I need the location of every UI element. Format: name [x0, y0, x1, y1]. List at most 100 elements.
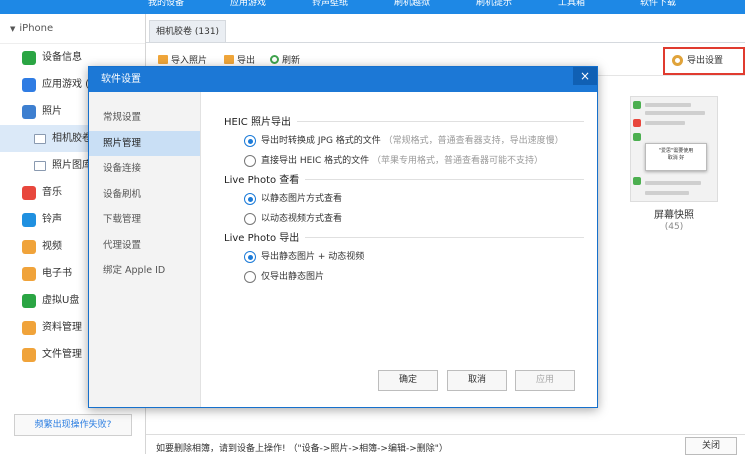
option-label: 导出静态图片 + 动态视频 [261, 252, 365, 262]
option-hint: （苹果专用格式，普通查看器可能不支持） [369, 156, 543, 166]
radio-button[interactable] [244, 135, 256, 147]
section-heading: Live Photo 查看 [224, 171, 584, 189]
thumb-line [645, 111, 705, 115]
tab-tips[interactable]: 刷机提示 [476, 0, 512, 8]
footer-hint: 如要删除相簿，请到设备上操作! （"设备->照片->相簿->编辑->删除"） [156, 444, 448, 454]
radio-option[interactable]: 仅导出静态图片 [224, 267, 584, 287]
option-label: 以静态图片方式查看 [261, 194, 343, 204]
screenshot-album-thumbnail[interactable]: "爱思"需要使用 取消 好 [630, 96, 718, 202]
thumb-app-icon [633, 119, 641, 127]
refresh-icon [270, 55, 279, 64]
radio-option[interactable]: 导出时转换成 JPG 格式的文件 （常规格式，普通查看器支持，导出速度慢） [224, 131, 584, 151]
tab-apps[interactable]: 应用游戏 [230, 0, 266, 8]
folder-icon [22, 348, 36, 362]
section-title: Live Photo 导出 [224, 233, 300, 244]
section-heading: HEIC 照片导出 [224, 113, 584, 131]
contacts-icon [22, 321, 36, 335]
dialog-nav-spacer [89, 92, 200, 105]
option-hint: （常规格式，普通查看器支持，导出速度慢） [380, 136, 564, 146]
thumbnail-count: (45) [664, 222, 684, 232]
dialog-nav-item[interactable]: 代理设置 [89, 233, 200, 259]
dialog-nav-item[interactable]: 照片管理 [89, 130, 200, 156]
section-heading: Live Photo 导出 [224, 229, 584, 247]
sidebar-item-label: 电子书 [42, 268, 72, 279]
sidebar-item-label: 照片 [42, 106, 62, 117]
thumb-line [645, 103, 691, 107]
close-button[interactable]: 关闭 [685, 437, 737, 455]
thumb-line [645, 181, 701, 185]
dialog-nav-item[interactable]: 绑定 Apple ID [89, 258, 200, 284]
dialog-nav-item[interactable]: 下载管理 [89, 207, 200, 233]
bell-icon [22, 213, 36, 227]
radio-option[interactable]: 以静态图片方式查看 [224, 189, 584, 209]
tab-flash[interactable]: 刷机越狱 [394, 0, 430, 8]
dialog-nav: 常规设置 照片管理 设备连接 设备刷机 下载管理 代理设置 绑定 Apple ID [89, 92, 201, 407]
photo-library-icon [34, 161, 46, 171]
usb-icon [22, 294, 36, 308]
cancel-button[interactable]: 取消 [447, 370, 507, 391]
radio-button[interactable] [244, 251, 256, 263]
ok-button[interactable]: 确定 [378, 370, 438, 391]
radio-button[interactable] [244, 193, 256, 205]
sidebar-item-label: 文件管理 [42, 349, 82, 360]
sidebar-item-label: 设备信息 [42, 52, 82, 63]
dialog-title: 软件设置 [89, 67, 597, 92]
option-label: 导出时转换成 JPG 格式的文件 [261, 136, 381, 146]
import-icon [158, 55, 168, 64]
option-label: 以动态视频方式查看 [261, 214, 343, 224]
thumb-app-icon [633, 133, 641, 141]
section-title: HEIC 照片导出 [224, 117, 291, 128]
radio-button[interactable] [244, 213, 256, 225]
thumb-app-icon [633, 177, 641, 185]
section-title: Live Photo 查看 [224, 175, 300, 186]
settings-dialog: 软件设置 × 常规设置 照片管理 设备连接 设备刷机 下载管理 代理设置 绑定 Apple … [88, 66, 598, 408]
refresh-button[interactable]: 刷新 [270, 53, 300, 66]
footer-bar: 如要删除相簿，请到设备上操作! （"设备->照片->相簿->编辑->删除"） 关… [146, 434, 745, 455]
radio-option[interactable]: 以动态视频方式查看 [224, 209, 584, 229]
dialog-close-button[interactable]: × [573, 67, 597, 85]
video-icon [22, 240, 36, 254]
device-name: iPhone [19, 23, 54, 34]
option-label: 直接导出 HEIC 格式的文件 [261, 156, 370, 166]
sidebar-item-label: 资料管理 [42, 322, 82, 333]
import-photos-button[interactable]: 导入照片 [158, 53, 207, 66]
thumb-line [645, 121, 685, 125]
sidebar-item-label: 相机胶卷 [52, 133, 92, 144]
dialog-nav-item[interactable]: 常规设置 [89, 105, 200, 131]
device-selector[interactable]: ▼ iPhone [0, 14, 145, 44]
tab-my-device[interactable]: 我的设备 [148, 0, 184, 8]
section-divider [305, 237, 584, 238]
radio-option[interactable]: 直接导出 HEIC 格式的文件 （苹果专用格式，普通查看器可能不支持） [224, 151, 584, 171]
gear-icon [672, 55, 683, 66]
dialog-nav-item[interactable]: 设备刷机 [89, 182, 200, 208]
book-icon [22, 267, 36, 281]
thumb-app-icon [633, 101, 641, 109]
app-store-icon [22, 78, 36, 92]
dialog-content: HEIC 照片导出导出时转换成 JPG 格式的文件 （常规格式，普通查看器支持，… [224, 113, 584, 287]
music-icon [22, 186, 36, 200]
sidebar-item-label: 照片图库 [52, 160, 92, 171]
thumbnail-label: 屏幕快照 [654, 210, 694, 221]
thumb-line [645, 191, 689, 195]
radio-option[interactable]: 导出静态图片 + 动态视频 [224, 247, 584, 267]
export-settings-button[interactable]: 导出设置 [663, 47, 745, 75]
dialog-nav-item[interactable]: 设备连接 [89, 156, 200, 182]
camera-roll-icon [34, 134, 46, 144]
export-button[interactable]: 导出 [224, 53, 255, 66]
radio-button[interactable] [244, 271, 256, 283]
tab-toolbox[interactable]: 工具箱 [558, 0, 585, 8]
photo-icon [22, 105, 36, 119]
tab-ringtones[interactable]: 铃声壁纸 [312, 0, 348, 8]
tab-downloads[interactable]: 软件下载 [640, 0, 676, 8]
section-divider [305, 179, 584, 180]
info-icon [22, 51, 36, 65]
section-divider [297, 121, 584, 122]
apply-button[interactable]: 应用 [515, 370, 575, 391]
option-label: 仅导出静态图片 [261, 272, 325, 282]
thumb-popup: "爱思"需要使用 取消 好 [645, 143, 707, 171]
sidebar-item-label: 音乐 [42, 187, 62, 198]
radio-button[interactable] [244, 155, 256, 167]
collapse-arrow-icon: ▼ [10, 25, 16, 33]
frequent-failure-button[interactable]: 频繁出现操作失败? [14, 414, 132, 436]
camera-roll-tab[interactable]: 相机胶卷 (131) [149, 20, 227, 42]
